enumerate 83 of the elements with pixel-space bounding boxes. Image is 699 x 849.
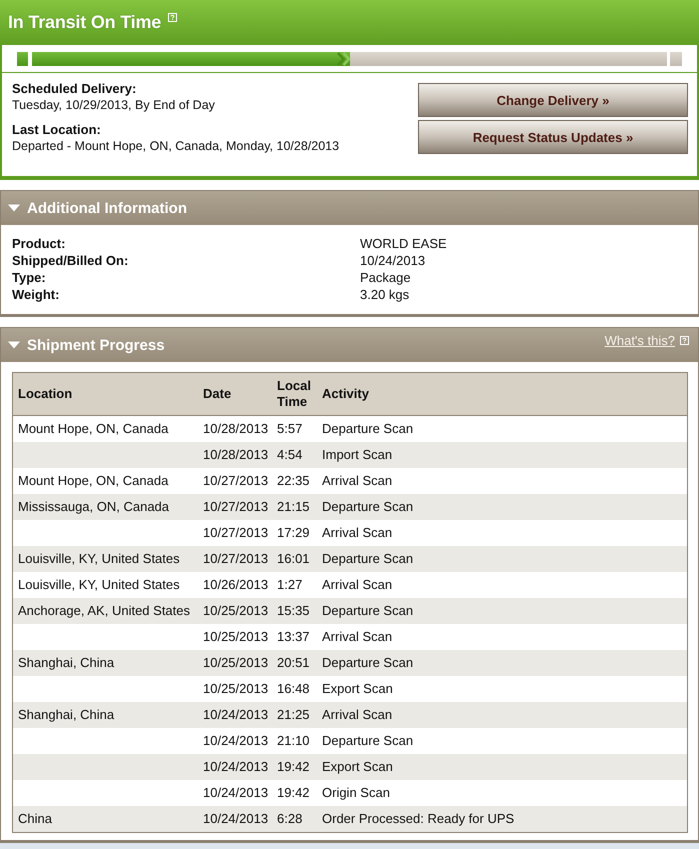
request-updates-button[interactable]: Request Status Updates » [418, 120, 688, 154]
field-value: Departed - Mount Hope, ON, Canada, Monday, 10/28/2013 [12, 138, 340, 154]
table-cell-text: Arrival Scan [321, 473, 394, 489]
info-label: Product: [12, 235, 66, 252]
table-cell-text: 17:29 [276, 525, 311, 541]
table-cell-text: 10/26/2013 [202, 577, 270, 593]
column-header: Activity [321, 386, 370, 402]
column-header: Location [17, 386, 74, 402]
table-cell-text: Departure Scan [321, 551, 414, 567]
table-cell-text: 21:10 [276, 733, 311, 749]
field-value: Tuesday, 10/29/2013, By End of Day [12, 97, 216, 113]
table-cell-text: Order Processed: Ready for UPS [321, 811, 516, 827]
field-label: Scheduled Delivery: [12, 81, 138, 97]
table-cell-text: 13:37 [276, 629, 311, 645]
help-icon[interactable] [168, 13, 178, 22]
table-cell-text: Anchorage, AK, United States [17, 603, 191, 619]
table-cell-text: Import Scan [321, 447, 394, 463]
column-header: Local Time [276, 378, 312, 410]
table-cell-text: Arrival Scan [321, 525, 394, 541]
info-label: Weight: [12, 286, 60, 303]
table-cell-text: 10/28/2013 [202, 421, 270, 437]
field-label: Last Location: [12, 122, 102, 138]
table-cell-text: 10/27/2013 [202, 473, 270, 489]
table-cell-text: 10/25/2013 [202, 681, 270, 697]
table-cell-text: 10/27/2013 [202, 551, 270, 567]
table-cell-text: Export Scan [321, 681, 394, 697]
table-cell-text: 1:27 [276, 577, 304, 593]
table-cell-text: 10/24/2013 [202, 785, 270, 801]
table-cell-text: 16:01 [276, 551, 311, 567]
table-cell-text: Origin Scan [321, 785, 391, 801]
caret-down-icon[interactable] [8, 339, 20, 351]
table-cell-text: Arrival Scan [321, 577, 394, 593]
info-value: Package [360, 269, 412, 286]
table-cell-text: Departure Scan [321, 733, 414, 749]
table-cell-text: 19:42 [276, 759, 311, 775]
table-cell-text: 10/25/2013 [202, 629, 270, 645]
table-cell-text: Departure Scan [321, 499, 414, 515]
info-value: WORLD EASE [360, 235, 448, 252]
table-cell-text: 10/27/2013 [202, 525, 270, 541]
table-cell-text: Arrival Scan [321, 629, 394, 645]
table-cell-text: Shanghai, China [17, 655, 116, 671]
section-title: Additional Information [27, 200, 187, 216]
table-cell-text: Louisville, KY, United States [17, 551, 181, 567]
table-cell-text: 21:25 [276, 707, 311, 723]
table-cell-text: 6:28 [276, 811, 304, 827]
table-cell-text: Mount Hope, ON, Canada [17, 421, 170, 437]
table-cell-text: 4:54 [276, 447, 304, 463]
table-cell-text: 10/25/2013 [202, 655, 270, 671]
table-cell-text: Louisville, KY, United States [17, 577, 181, 593]
table-cell-text: 5:57 [276, 421, 304, 437]
table-cell-text: Departure Scan [321, 655, 414, 671]
change-delivery-button[interactable]: Change Delivery » [418, 83, 688, 117]
info-value: 3.20 kgs [360, 286, 410, 303]
info-label: Type: [12, 269, 47, 286]
table-cell-text: 20:51 [276, 655, 311, 671]
table-cell-text: 19:42 [276, 785, 311, 801]
table-cell-text: Export Scan [321, 759, 394, 775]
info-label: Shipped/Billed On: [12, 252, 130, 269]
info-value: 10/24/2013 [360, 252, 426, 269]
help-icon[interactable] [680, 336, 689, 345]
table-cell-text: 16:48 [276, 681, 311, 697]
table-cell-text: 22:35 [276, 473, 311, 489]
table-cell-text: 10/24/2013 [202, 707, 270, 723]
table-cell-text: 15:35 [276, 603, 311, 619]
chevron-icon [336, 52, 350, 66]
table-cell-text: Departure Scan [321, 421, 414, 437]
table-cell-text: 10/24/2013 [202, 759, 270, 775]
table-cell-text: 10/24/2013 [202, 733, 270, 749]
table-cell-text: 10/24/2013 [202, 811, 270, 827]
table-cell-text: 10/28/2013 [202, 447, 270, 463]
table-cell-text: 10/25/2013 [202, 603, 270, 619]
table-cell-text: Departure Scan [321, 603, 414, 619]
table-cell-text: Arrival Scan [321, 707, 394, 723]
table-cell-text: Shanghai, China [17, 707, 116, 723]
status-title: In Transit On Time [8, 11, 162, 34]
table-cell-text: Mississauga, ON, Canada [17, 499, 170, 515]
section-title: Shipment Progress [27, 336, 165, 354]
table-cell-text: 10/27/2013 [202, 499, 270, 515]
table-cell-text: 21:15 [276, 499, 311, 515]
column-header: Date [202, 386, 232, 402]
caret-down-icon[interactable] [8, 202, 20, 214]
table-cell-text: Mount Hope, ON, Canada [17, 473, 170, 489]
table-cell-text: China [17, 811, 53, 827]
